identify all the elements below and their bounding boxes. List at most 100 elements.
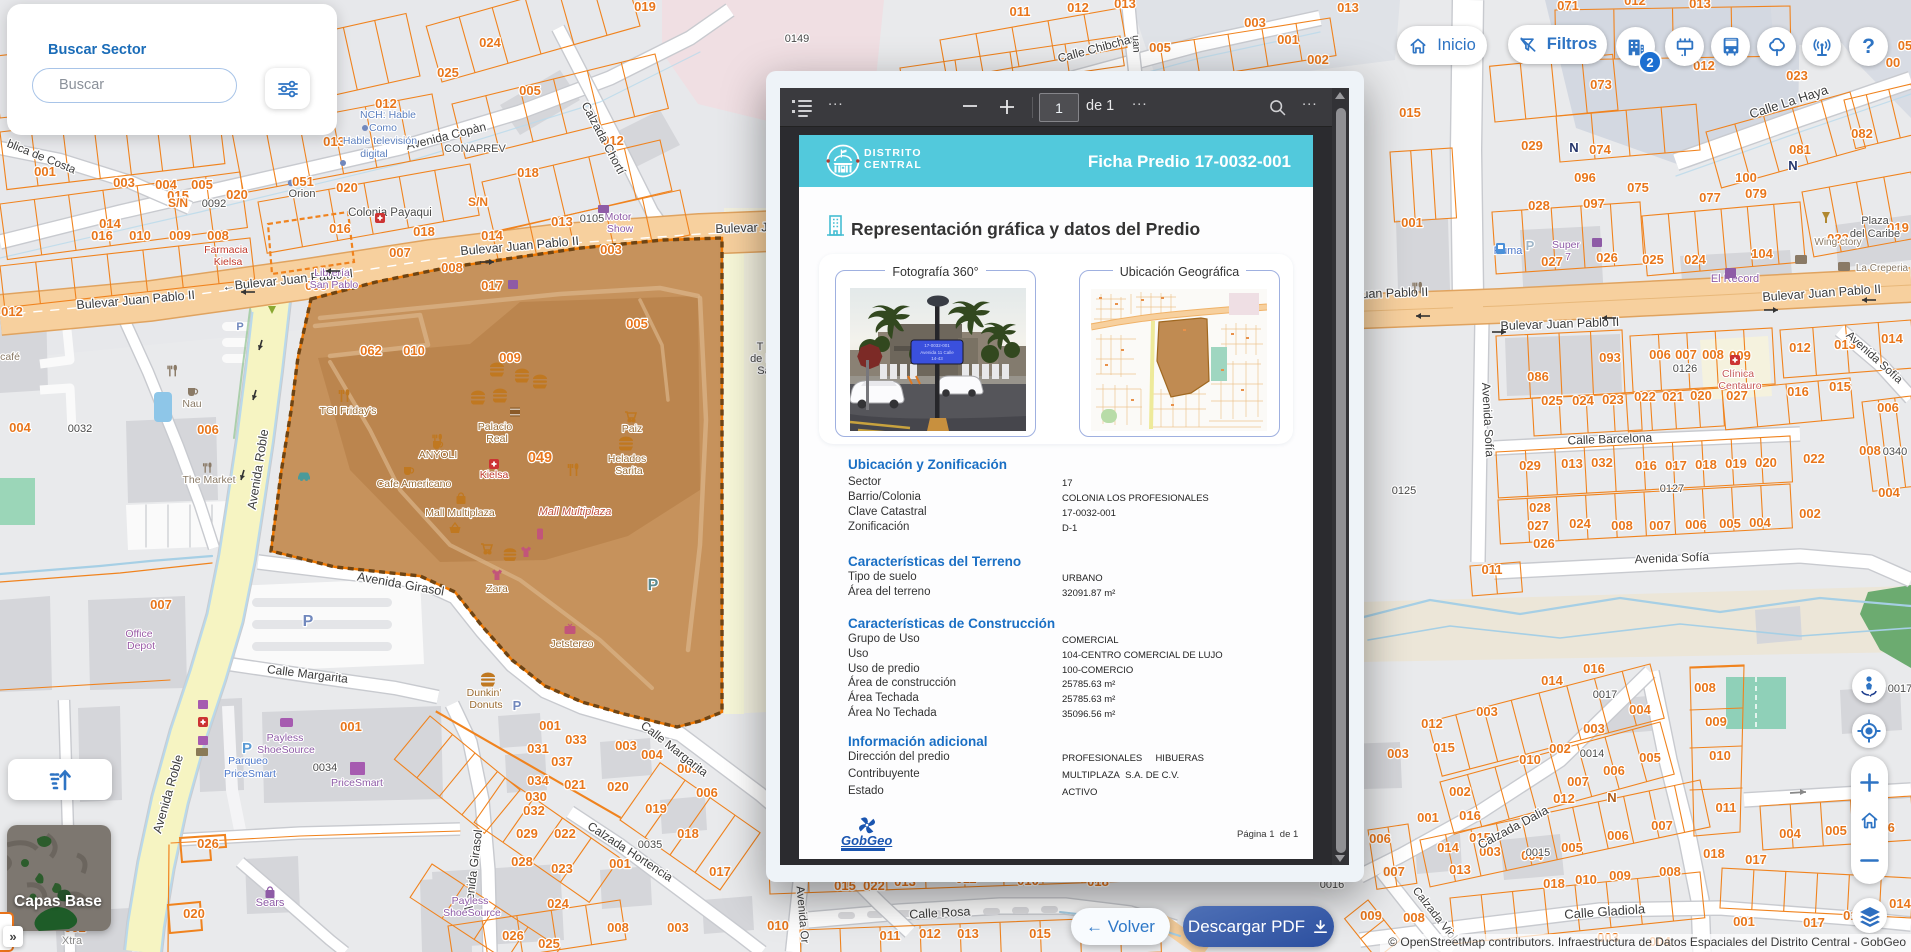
svg-text:006: 006 [1685,517,1707,532]
svg-text:005: 005 [1719,516,1741,531]
svg-text:016: 016 [329,221,351,236]
svg-text:018: 018 [1703,846,1725,861]
svg-text:Depot: Depot [127,640,155,652]
svg-text:ShoeSource: ShoeSource [443,907,501,919]
svg-text:003: 003 [615,738,637,753]
svg-text:Plaza: Plaza [1861,215,1889,227]
svg-text:018: 018 [677,826,699,841]
svg-text:NCH: Hable: NCH: Hable [360,109,416,121]
svg-text:Sarita: Sarita [615,465,643,477]
svg-text:006: 006 [1603,763,1625,778]
svg-text:CONAPREV: CONAPREV [444,143,506,155]
svg-text:Palacio: Palacio [478,421,513,433]
svg-text:025: 025 [1642,252,1664,267]
svg-text:025: 025 [1541,393,1563,408]
svg-text:086: 086 [1527,369,1549,384]
svg-text:013: 013 [1561,456,1583,471]
svg-text:017: 017 [709,864,731,879]
svg-text:Donuts: Donuts [469,699,502,711]
svg-text:009: 009 [1705,714,1727,729]
svg-text:019: 019 [634,0,656,14]
svg-text:PriceSmart: PriceSmart [331,777,383,789]
svg-text:Orion: Orion [289,188,316,200]
svg-text:018: 018 [517,165,539,180]
svg-text:003: 003 [113,175,135,190]
svg-text:Colonia Payaqui: Colonia Payaqui [348,207,432,219]
svg-text:016: 016 [91,228,113,243]
svg-text:018: 018 [413,224,435,239]
svg-text:023: 023 [1786,68,1808,83]
svg-text:004: 004 [9,420,31,435]
svg-text:074: 074 [1589,142,1611,157]
svg-text:008: 008 [1403,910,1425,925]
svg-text:007: 007 [1675,347,1697,362]
svg-text:008: 008 [1611,518,1633,533]
svg-text:021: 021 [1662,389,1684,404]
svg-text:020: 020 [607,779,629,794]
svg-text:012: 012 [1624,0,1646,8]
svg-text:P: P [242,740,252,757]
svg-text:023: 023 [551,861,573,876]
svg-text:Paiz: Paiz [622,423,642,435]
svg-text:0015: 0015 [1526,847,1550,859]
svg-text:097: 097 [1583,196,1605,211]
svg-text:020: 020 [183,906,205,921]
svg-text:008: 008 [607,920,629,935]
svg-text:Payless: Payless [452,895,489,907]
svg-text:031: 031 [527,741,549,756]
svg-text:009: 009 [1360,908,1382,923]
svg-text:016: 016 [1635,458,1657,473]
svg-text:008: 008 [207,228,229,243]
svg-text:P: P [303,613,314,630]
svg-text:014: 014 [1437,840,1459,855]
svg-text:016: 016 [1787,384,1809,399]
svg-text:022: 022 [1634,389,1656,404]
svg-text:027: 027 [1541,254,1563,269]
svg-text:002: 002 [1307,52,1329,67]
svg-text:017: 017 [481,278,503,293]
svg-text:001: 001 [1277,32,1299,47]
svg-text:026: 026 [1596,250,1618,265]
svg-text:026: 026 [197,836,219,851]
svg-text:030: 030 [525,789,547,804]
svg-text:013: 013 [551,214,573,229]
svg-text:014: 014 [1881,331,1903,346]
svg-text:008: 008 [1702,347,1724,362]
svg-text:004: 004 [1878,485,1900,500]
svg-text:006: 006 [1877,400,1899,415]
svg-text:006: 006 [696,785,718,800]
svg-text:019: 019 [1725,456,1747,471]
svg-text:café: café [0,351,20,363]
svg-text:P: P [1526,238,1535,253]
svg-text:020: 020 [226,187,248,202]
svg-text:019: 019 [645,801,667,816]
svg-text:037: 037 [551,754,573,769]
svg-text:0149: 0149 [785,33,809,45]
svg-text:011: 011 [880,928,901,943]
svg-text:018: 018 [1695,457,1717,472]
svg-text:0340: 0340 [1883,446,1907,458]
svg-text:011: 011 [1482,562,1503,577]
svg-text:026: 026 [502,928,524,943]
svg-text:Office: Office [125,628,152,640]
svg-text:Mall Multiplaza: Mall Multiplaza [425,507,495,519]
svg-text:N: N [1788,158,1797,173]
svg-text:020: 020 [336,180,358,195]
svg-text:007: 007 [389,245,411,260]
svg-text:N: N [1569,140,1578,155]
svg-text:ANYOLI: ANYOLI [419,449,458,461]
svg-text:006: 006 [1607,828,1629,843]
svg-text:010: 010 [1709,748,1731,763]
svg-text:005: 005 [1149,40,1171,55]
svg-text:0034: 0034 [313,762,337,774]
svg-text:Jetstereo: Jetstereo [550,638,593,650]
svg-text:029: 029 [1521,138,1543,153]
svg-text:062: 062 [360,343,382,358]
svg-text:007: 007 [1649,518,1671,533]
svg-text:Farmacia: Farmacia [204,244,248,256]
svg-text:Hable televisión: Hable televisión [343,135,417,147]
svg-text:00: 00 [1886,55,1900,70]
svg-text:011: 011 [1716,800,1737,815]
svg-text:S/N: S/N [468,195,488,209]
svg-text:010: 010 [1575,872,1597,887]
